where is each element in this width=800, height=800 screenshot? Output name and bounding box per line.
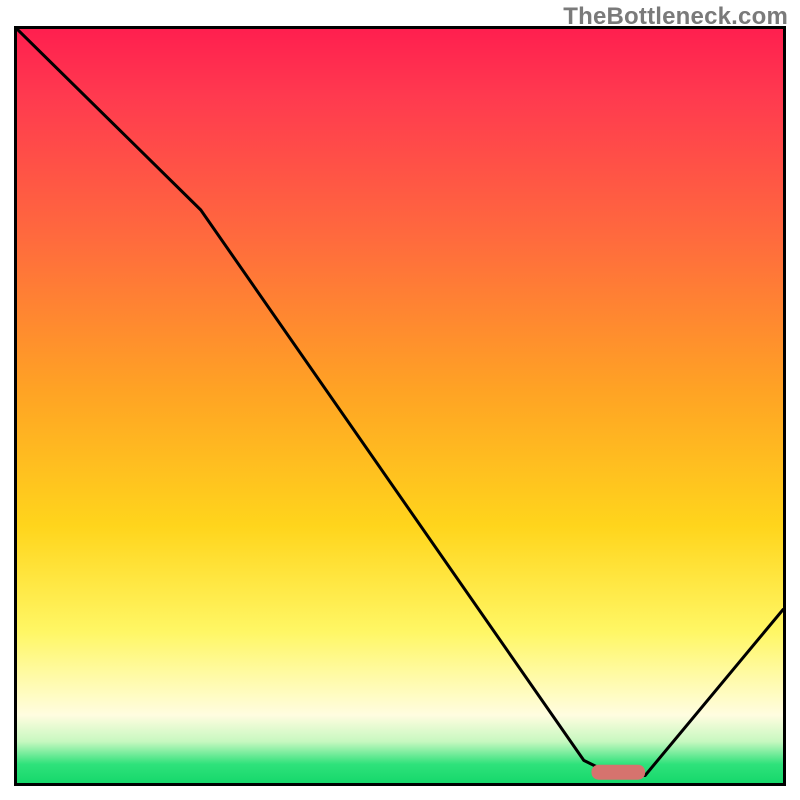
optimal-range-marker xyxy=(592,765,646,780)
plot-frame xyxy=(14,26,786,786)
plot-svg xyxy=(17,29,783,783)
chart-container: TheBottleneck.com xyxy=(0,0,800,800)
bottleneck-curve xyxy=(17,29,783,776)
